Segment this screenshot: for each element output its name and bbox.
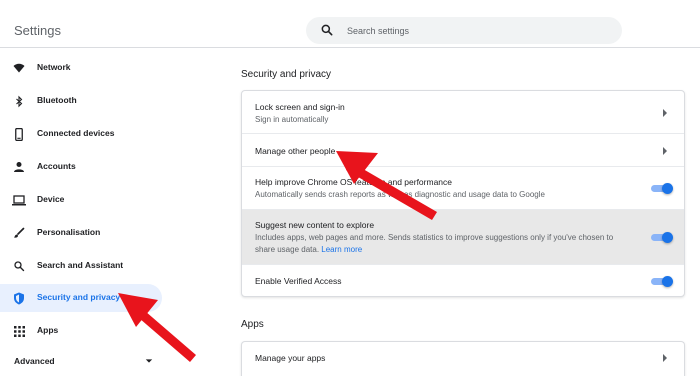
row-subtitle: Includes apps, web pages and more. Sends… — [255, 233, 614, 242]
verified-access-toggle[interactable] — [651, 276, 673, 287]
row-suggest-content[interactable]: Suggest new content to explore Includes … — [242, 210, 684, 265]
security-card: Lock screen and sign-in Sign in automati… — [241, 90, 685, 297]
app-title: Settings — [14, 23, 61, 38]
sidebar-item-label: Connected devices — [37, 128, 115, 138]
sidebar-item-label: Network — [37, 62, 71, 72]
sidebar-item-bluetooth[interactable]: Bluetooth — [0, 87, 162, 115]
row-subtitle: Sign in automatically — [255, 115, 329, 124]
row-title: Lock screen and sign-in — [255, 102, 345, 112]
row-manage-other-people[interactable]: Manage other people — [242, 134, 684, 167]
search-icon — [321, 24, 333, 36]
row-title: Suggest new content to explore — [255, 220, 375, 230]
row-subtitle-text: share usage data. — [255, 245, 320, 254]
row-title: Help improve Chrome OS features and perf… — [255, 177, 453, 187]
help-improve-toggle[interactable] — [651, 183, 673, 194]
brush-icon — [12, 226, 26, 240]
row-title: Enable Verified Access — [255, 276, 342, 286]
sidebar-item-search-and-assistant[interactable]: Search and Assistant — [0, 252, 162, 280]
sidebar-item-label: Accounts — [37, 161, 76, 171]
advanced-toggle[interactable]: Advanced — [14, 356, 55, 366]
sidebar-item-connected-devices[interactable]: Connected devices — [0, 120, 162, 148]
chevron-right-icon — [663, 147, 667, 155]
row-subtitle-line2: share usage data. Learn more — [255, 245, 362, 254]
laptop-icon — [12, 193, 26, 207]
sidebar-item-label: Apps — [37, 325, 59, 335]
sidebar-item-device[interactable]: Device — [0, 186, 162, 214]
sidebar-item-label: Search and Assistant — [37, 260, 124, 270]
sidebar-item-label: Device — [37, 194, 65, 204]
search-input[interactable] — [347, 21, 607, 40]
chevron-right-icon — [663, 354, 667, 362]
chevron-right-icon — [663, 109, 667, 117]
sidebar-item-personalisation[interactable]: Personalisation — [0, 219, 162, 247]
section-title-apps: Apps — [241, 319, 264, 330]
sidebar-item-security-and-privacy[interactable]: Security and privacy — [0, 284, 162, 312]
suggest-content-toggle[interactable] — [651, 232, 673, 243]
sidebar-item-label: Bluetooth — [37, 95, 77, 105]
bluetooth-icon — [12, 94, 26, 108]
top-bar: Settings — [0, 0, 700, 48]
sidebar-item-label: Personalisation — [37, 227, 101, 237]
sidebar-item-accounts[interactable]: Accounts — [0, 153, 162, 181]
row-verified-access[interactable]: Enable Verified Access — [242, 265, 684, 296]
person-icon — [12, 160, 26, 174]
row-title: Manage your apps — [255, 353, 326, 363]
row-title: Manage other people — [255, 146, 336, 156]
chevron-down-icon[interactable] — [145, 357, 153, 365]
sidebar-item-label: Security and privacy — [37, 292, 121, 302]
grid-icon — [12, 324, 26, 338]
row-subtitle: Automatically sends crash reports as wel… — [255, 190, 545, 199]
sidebar-item-network[interactable]: Network — [0, 54, 162, 82]
search-box[interactable] — [306, 17, 622, 44]
section-title-security: Security and privacy — [241, 69, 332, 80]
row-help-improve[interactable]: Help improve Chrome OS features and perf… — [242, 167, 684, 210]
search-icon — [12, 259, 26, 273]
phone-icon — [12, 127, 26, 141]
apps-card: Manage your apps — [241, 341, 685, 376]
learn-more-link[interactable]: Learn more — [321, 245, 362, 254]
row-manage-apps[interactable]: Manage your apps — [242, 342, 684, 375]
wifi-icon — [12, 61, 26, 75]
row-lock-screen[interactable]: Lock screen and sign-in Sign in automati… — [242, 91, 684, 134]
shield-icon — [12, 291, 26, 305]
sidebar-item-apps[interactable]: Apps — [0, 317, 162, 345]
